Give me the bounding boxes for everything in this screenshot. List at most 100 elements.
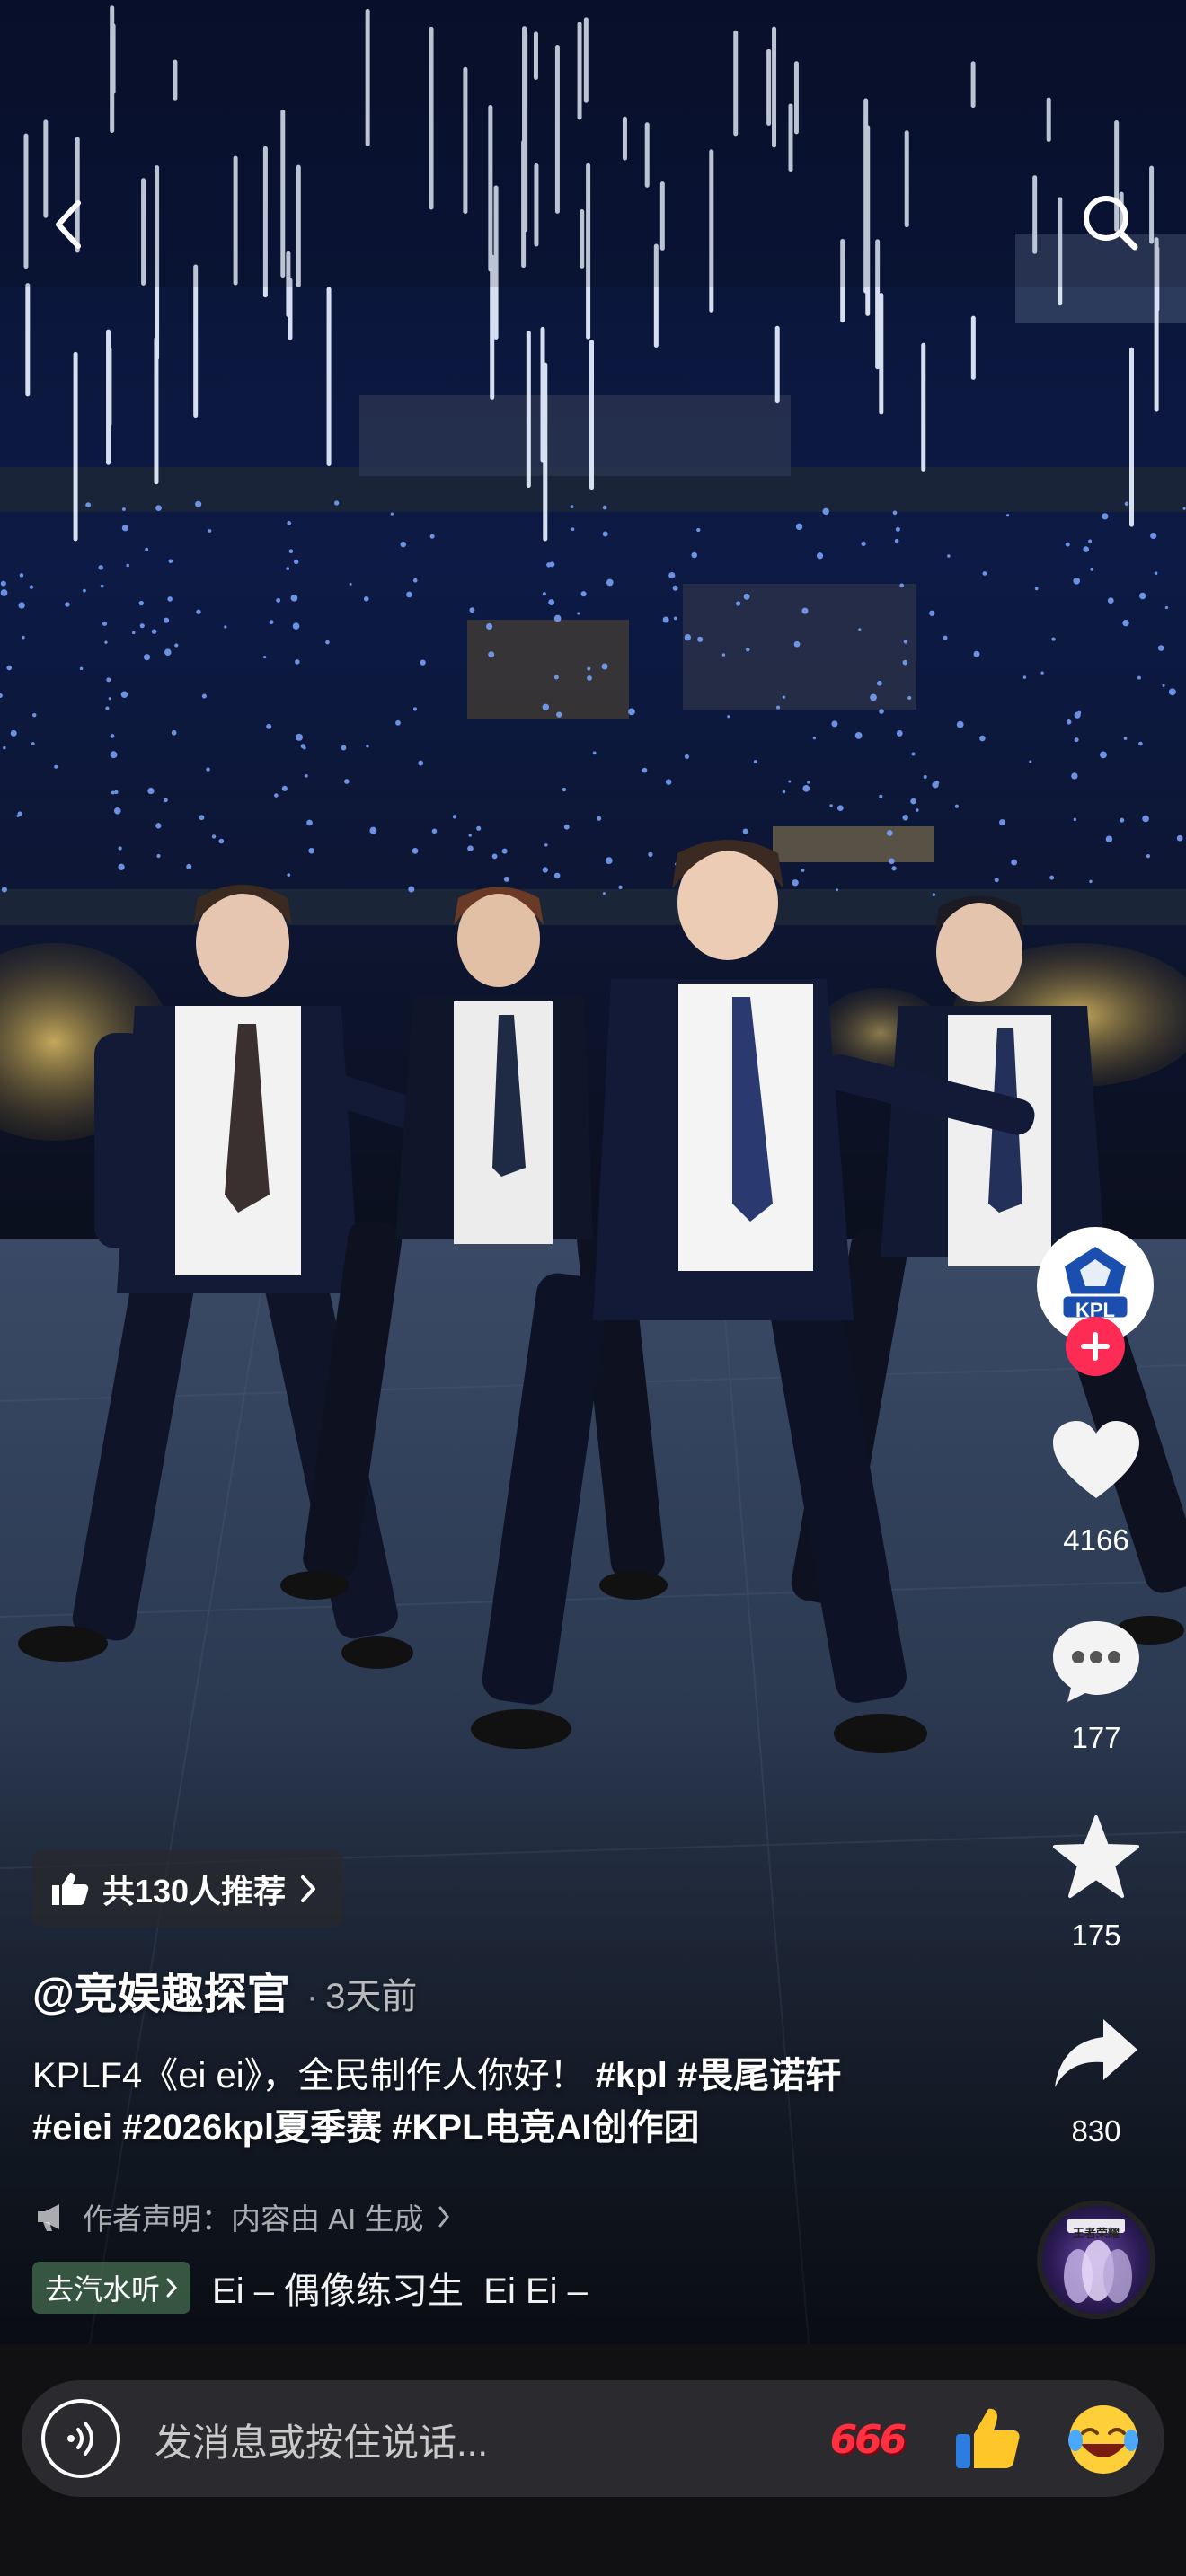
hashtag-player[interactable]: #畏尾诺轩 bbox=[677, 2056, 841, 2095]
like-button[interactable] bbox=[1046, 1410, 1146, 1509]
light-dot bbox=[1154, 571, 1158, 576]
light-dot bbox=[21, 635, 25, 640]
light-dot bbox=[164, 648, 172, 657]
light-dot bbox=[542, 592, 546, 596]
favorite-button[interactable] bbox=[1046, 1807, 1146, 1906]
light-dot bbox=[879, 709, 884, 714]
light-dot bbox=[412, 578, 418, 583]
light-dot bbox=[3, 745, 6, 750]
light-dot bbox=[263, 656, 267, 659]
ai-notice[interactable]: 作者声明：内容由 AI 生成 bbox=[34, 2195, 451, 2238]
recommend-label: 共130人推荐 bbox=[102, 1873, 287, 1910]
hashtag-ai-team[interactable]: #KPL电竞AI创作团 bbox=[392, 2108, 699, 2148]
light-dot bbox=[1051, 637, 1056, 641]
light-dot bbox=[792, 879, 799, 887]
author-name[interactable]: @竞娱趣探官 bbox=[32, 1958, 290, 2021]
light-dot bbox=[1073, 817, 1077, 822]
light-dot bbox=[943, 635, 948, 640]
light-dot bbox=[1150, 532, 1157, 540]
light-dot bbox=[899, 583, 905, 588]
light-dot bbox=[121, 507, 126, 511]
light-dot bbox=[168, 559, 173, 564]
light-dot bbox=[831, 720, 838, 728]
music-title[interactable]: Ei – 偶像练习生 Ei Ei – bbox=[212, 2262, 588, 2314]
light-dot bbox=[276, 597, 281, 603]
light-dot bbox=[879, 794, 883, 798]
light-dot bbox=[274, 793, 279, 798]
light-dot bbox=[587, 666, 591, 671]
comment-icon bbox=[1053, 1621, 1139, 1702]
back-button[interactable] bbox=[36, 189, 99, 260]
light-dot bbox=[1040, 671, 1044, 675]
light-dot bbox=[171, 729, 177, 736]
light-dot bbox=[742, 828, 748, 834]
light-dot bbox=[32, 713, 37, 718]
light-dot bbox=[956, 720, 964, 728]
light-dot bbox=[858, 628, 862, 631]
light-dot bbox=[1071, 772, 1078, 780]
light-dot bbox=[696, 527, 701, 533]
light-dot bbox=[602, 531, 608, 537]
music-disc[interactable]: 王者荣耀 bbox=[1037, 2201, 1155, 2319]
light-dot bbox=[85, 502, 92, 508]
search-button[interactable] bbox=[1075, 187, 1146, 259]
light-dot bbox=[1102, 513, 1109, 520]
light-dot bbox=[395, 719, 401, 726]
light-dot bbox=[0, 589, 8, 596]
light-dot bbox=[145, 547, 149, 551]
light-dot bbox=[745, 647, 750, 652]
light-dot bbox=[199, 815, 205, 821]
share-button[interactable] bbox=[1046, 2008, 1146, 2098]
light-dot bbox=[16, 814, 20, 817]
light-dot bbox=[735, 601, 741, 606]
quick-emoji-666[interactable]: 666 bbox=[827, 2404, 907, 2475]
recommend-chip[interactable]: 共130人推荐 bbox=[32, 1850, 344, 1928]
heart-icon bbox=[1053, 1421, 1139, 1498]
light-dot bbox=[305, 774, 308, 778]
light-dot bbox=[672, 585, 678, 591]
light-dot bbox=[947, 554, 951, 558]
light-dot bbox=[1005, 514, 1010, 517]
light-dot bbox=[113, 807, 121, 815]
light-dot bbox=[982, 571, 987, 576]
light-dot bbox=[994, 878, 999, 883]
light-dot bbox=[6, 665, 13, 671]
voice-button[interactable] bbox=[41, 2399, 120, 2478]
light-dot bbox=[697, 636, 704, 642]
light-dot bbox=[973, 650, 980, 657]
light-dot bbox=[491, 853, 498, 860]
follow-button[interactable] bbox=[1066, 1317, 1125, 1376]
quick-emoji-thumbs-up[interactable] bbox=[947, 2398, 1028, 2479]
light-dot bbox=[486, 622, 493, 630]
qishui-listen-button[interactable]: 去汽水听 bbox=[32, 2262, 191, 2314]
plus-icon bbox=[1081, 1332, 1110, 1361]
comment-button[interactable] bbox=[1046, 1613, 1146, 1707]
light-dot bbox=[902, 659, 908, 666]
light-dot bbox=[114, 790, 119, 795]
light-dot bbox=[801, 607, 809, 614]
post-caption[interactable]: KPLF4《ei ei》，全民制作人你好！ #kpl #畏尾诺轩 #eiei #… bbox=[32, 2050, 913, 2154]
light-dot bbox=[302, 745, 306, 750]
light-dot bbox=[418, 760, 424, 766]
light-dot bbox=[829, 804, 833, 807]
like-count: 4166 bbox=[1063, 1523, 1129, 1557]
light-dot bbox=[570, 505, 574, 509]
light-dot bbox=[597, 816, 602, 821]
light-dot bbox=[910, 798, 916, 805]
light-dot bbox=[269, 620, 274, 625]
light-dot bbox=[793, 640, 801, 648]
light-dot bbox=[563, 824, 570, 830]
light-dot bbox=[1, 887, 7, 893]
light-dot bbox=[420, 659, 426, 666]
light-dot bbox=[163, 617, 170, 623]
light-dot bbox=[1142, 815, 1149, 823]
light-dot bbox=[503, 876, 509, 882]
light-dot bbox=[923, 774, 927, 779]
light-dot bbox=[0, 580, 6, 587]
hashtag-eiei[interactable]: #eiei bbox=[32, 2108, 112, 2148]
light-dot bbox=[287, 521, 292, 525]
hashtag-kpl[interactable]: #kpl bbox=[596, 2056, 668, 2095]
light-dot bbox=[467, 845, 474, 852]
quick-emoji-laugh[interactable] bbox=[1060, 2396, 1146, 2483]
hashtag-season[interactable]: #2026kpl夏季赛 bbox=[122, 2108, 382, 2148]
